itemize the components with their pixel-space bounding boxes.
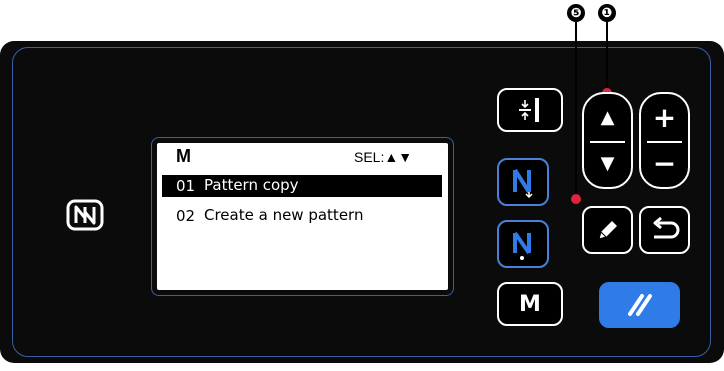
lcd-item-label: Create a new pattern [204, 206, 364, 224]
lcd-list-item[interactable]: 02 Create a new pattern [162, 205, 442, 227]
lcd-item-label: Pattern copy [204, 176, 299, 194]
callout-5-leader [575, 22, 577, 200]
callout-1-leader [606, 22, 608, 92]
plus-icon: + [652, 100, 677, 134]
lcd-item-number: 02 [176, 207, 196, 225]
down-button[interactable]: ▼ [584, 141, 631, 188]
up-down-key[interactable]: ▲ ▼ [582, 92, 633, 189]
thread-trimmer-icon [513, 168, 533, 198]
down-arrow-icon: ▼ [600, 153, 615, 175]
up-arrow-icon: ▲ [600, 106, 615, 128]
up-button[interactable]: ▲ [584, 94, 631, 141]
pencil-icon [597, 221, 617, 240]
mode-m-label: M [519, 291, 541, 317]
pedal-icon [513, 231, 531, 260]
callout-1: ❶ [598, 4, 624, 30]
callout-5: ❺ [567, 4, 593, 30]
callout-1-number: ❶ [598, 4, 616, 22]
lcd-select-hint: SEL:▲▼ [354, 149, 413, 165]
plus-button[interactable]: + [641, 94, 688, 141]
return-icon [653, 217, 679, 239]
plus-minus-key[interactable]: + − [639, 92, 690, 189]
edit-button[interactable] [582, 206, 633, 254]
callout-5-dot [571, 194, 581, 204]
reset-icon [627, 294, 652, 316]
lcd-list-item[interactable]: 01 Pattern copy [162, 175, 442, 197]
lcd-item-number: 01 [176, 177, 196, 195]
needle-position-button[interactable] [497, 88, 563, 132]
reset-button[interactable] [599, 282, 680, 328]
minus-button[interactable]: − [641, 141, 688, 188]
lcd-title: M [176, 146, 191, 166]
return-button[interactable] [639, 206, 690, 254]
mode-m-button[interactable]: M [497, 282, 563, 326]
thread-trimmer-button[interactable] [497, 158, 549, 206]
minus-icon: − [652, 147, 677, 181]
callout-5-number: ❺ [567, 4, 585, 22]
pedal-mode-button[interactable] [497, 220, 549, 268]
needle-position-icon [519, 98, 539, 122]
nfc-icon [65, 198, 105, 232]
